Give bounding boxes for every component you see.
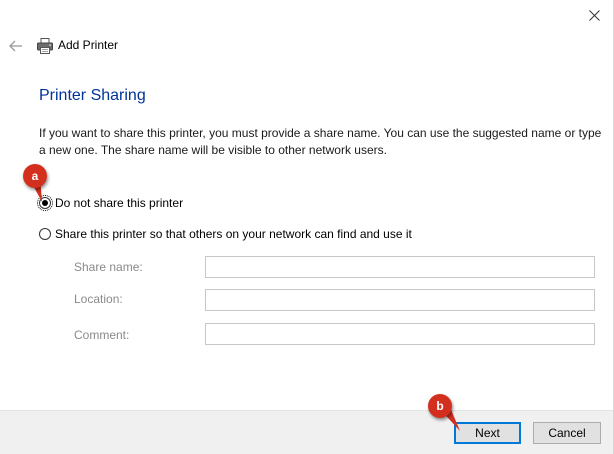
window-title: Add Printer [58, 38, 119, 52]
location-input[interactable] [205, 289, 595, 311]
back-arrow-icon [9, 40, 22, 52]
callout-badge-b: b [428, 394, 452, 418]
page-title: Printer Sharing [39, 87, 146, 104]
printer-icon [37, 38, 53, 54]
comment-input[interactable] [205, 323, 595, 345]
back-button[interactable] [6, 36, 26, 56]
radio-button-unselected[interactable] [39, 228, 51, 240]
radio-label-share-printer: Share this printer so that others on you… [55, 227, 412, 241]
comment-label: Comment: [74, 328, 130, 342]
share-name-label: Share name: [74, 260, 143, 274]
description-text: If you want to share this printer, you m… [39, 126, 602, 157]
share-name-input[interactable] [205, 256, 595, 278]
location-label: Location: [74, 292, 123, 306]
radio-do-not-share[interactable]: Do not share this printer [37, 195, 184, 211]
callout-badge-a: a [23, 164, 47, 188]
close-icon [588, 9, 600, 21]
radio-label-do-not-share: Do not share this printer [55, 196, 184, 210]
radio-share-printer[interactable]: Share this printer so that others on you… [39, 227, 412, 241]
dialog-footer: Next Cancel [0, 410, 613, 454]
close-button[interactable] [577, 2, 611, 28]
cancel-button[interactable]: Cancel [533, 422, 601, 444]
add-printer-dialog: Add Printer Printer Sharing If you want … [0, 0, 614, 454]
next-button[interactable]: Next [454, 422, 521, 444]
